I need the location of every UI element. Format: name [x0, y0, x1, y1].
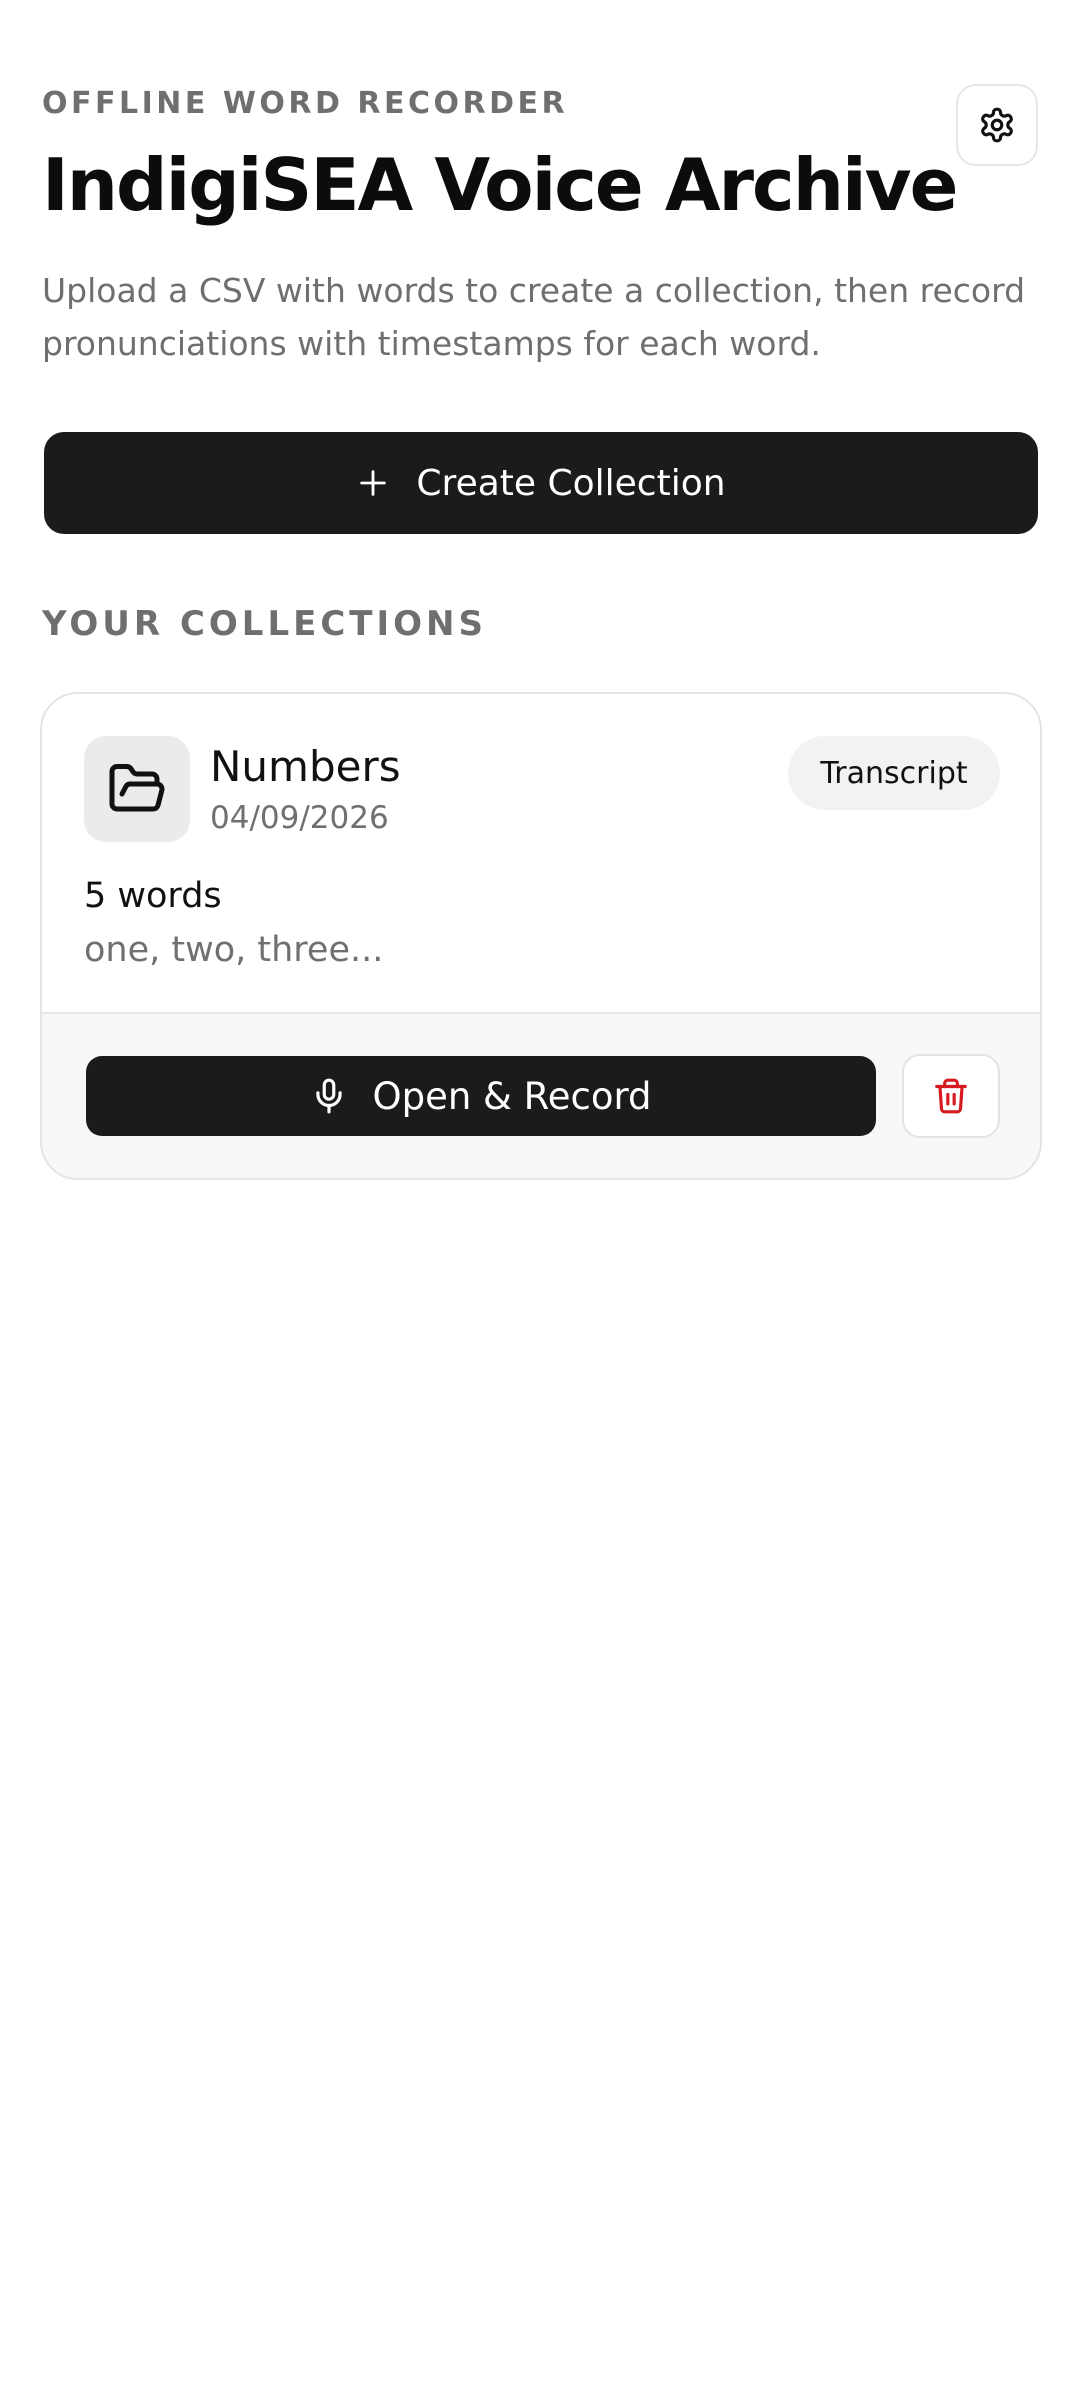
trash-icon	[932, 1077, 970, 1115]
gear-icon	[978, 106, 1016, 144]
settings-button[interactable]	[956, 84, 1038, 166]
create-collection-label: Create Collection	[416, 462, 726, 504]
delete-collection-button[interactable]	[902, 1054, 1000, 1138]
page-description: Upload a CSV with words to create a coll…	[42, 271, 1026, 363]
collection-card: Numbers 04/09/2026 Transcript 5 words on…	[40, 692, 1042, 1180]
plus-icon	[356, 466, 390, 500]
collection-card-actions: Open & Record	[42, 1014, 1040, 1178]
collection-word-preview: one, two, three...	[84, 930, 384, 970]
transcript-button[interactable]: Transcript	[788, 736, 1000, 810]
microphone-icon	[310, 1077, 348, 1115]
page-title: IndigiSEA Voice Archive	[42, 143, 958, 227]
open-record-label: Open & Record	[372, 1074, 652, 1118]
collection-card-body: Numbers 04/09/2026 Transcript 5 words on…	[42, 694, 1040, 1014]
collection-folder-badge	[84, 736, 190, 842]
collections-section-label: YOUR COLLECTIONS	[42, 604, 487, 644]
app-eyebrow: OFFLINE WORD RECORDER	[42, 86, 569, 121]
folder-open-icon	[107, 759, 167, 819]
create-collection-button[interactable]: Create Collection	[44, 432, 1038, 534]
open-record-button[interactable]: Open & Record	[86, 1056, 876, 1136]
collection-word-count: 5 words	[84, 876, 222, 916]
collection-date: 04/09/2026	[210, 800, 389, 836]
collection-name: Numbers	[210, 742, 401, 791]
